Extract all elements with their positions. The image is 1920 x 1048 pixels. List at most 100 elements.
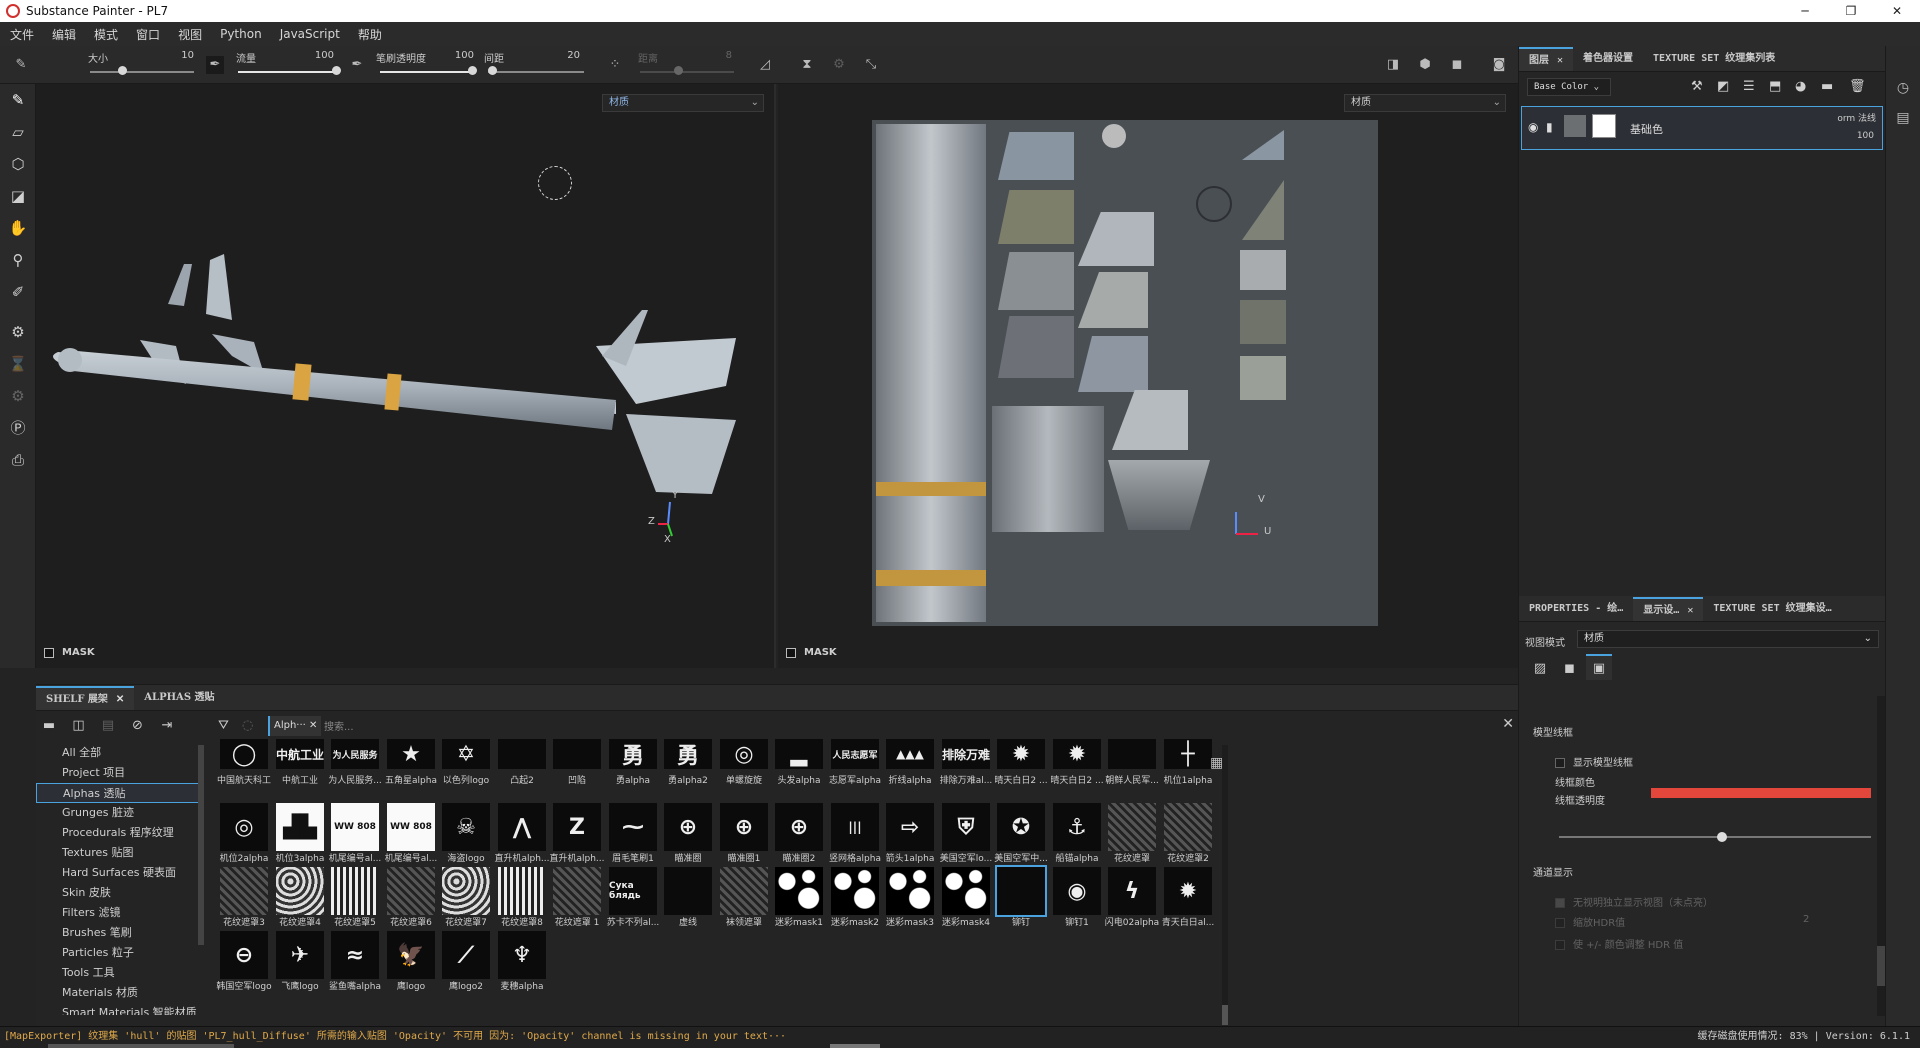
alpha-tile[interactable]: 花纹遮罩3 (220, 867, 268, 929)
channel-opt1-checkbox[interactable]: 无视明独立显示视图（未点亮） (1555, 894, 1713, 909)
alpha-tile[interactable]: ◎ 单螺旋旋 (720, 739, 768, 801)
alpha-thumbnail[interactable] (498, 867, 546, 915)
alpha-tile[interactable]: 花纹遮罩8 (498, 867, 546, 929)
alpha-thumbnail[interactable]: 为人民服务 (331, 739, 379, 769)
delete-layer-icon[interactable]: 🗑 (1849, 79, 1866, 94)
alpha-tile[interactable]: 勇勇alpha2 (664, 739, 712, 801)
lazy-mouse-icon[interactable]: ✎ (12, 56, 30, 74)
alpha-tile[interactable]: ϟ 闪电02alpha (1105, 867, 1159, 929)
menu-javascript[interactable]: JavaScript (280, 27, 340, 41)
flow-slider[interactable]: 流量 100 (234, 50, 342, 80)
menu-view[interactable]: 视图 (178, 26, 202, 43)
alpha-tile[interactable]: 🦅 鹰logo (387, 931, 435, 993)
brush-opacity-knob[interactable] (468, 66, 477, 75)
viewer-settings-icon[interactable]: ▣ (1586, 654, 1612, 680)
alpha-tile[interactable]: ▲▲▲ 折线alpha (886, 739, 934, 801)
menu-window[interactable]: 窗口 (136, 26, 160, 43)
alpha-thumbnail[interactable] (1108, 803, 1156, 851)
alpha-tile[interactable]: ⟋ 鹰logo2 (442, 931, 490, 993)
alpha-thumbnail[interactable]: ⊕ (720, 803, 768, 851)
alpha-tile[interactable]: ★ 五角星alpha (385, 739, 437, 801)
transform-icon[interactable]: ⤡ (862, 56, 880, 74)
alpha-tile[interactable]: ◯ 中国航天科工 (217, 739, 271, 801)
close-icon[interactable]: ✕ (116, 694, 124, 705)
wire-color-swatch[interactable] (1651, 788, 1871, 798)
brush-opacity-slider[interactable]: 笔刷透明度 100 (376, 50, 478, 80)
viewport-2d-material-select[interactable]: 材质 ⌄ (1344, 94, 1506, 112)
refresh-icon[interactable]: ◌ (242, 718, 253, 733)
alpha-thumbnail[interactable]: ⊕ (664, 803, 712, 851)
settings-icon[interactable]: ⚙ (0, 380, 36, 412)
properties-scrollbar[interactable] (1877, 696, 1885, 1016)
alpha-thumbnail[interactable] (220, 867, 268, 915)
polygon-fill-icon[interactable]: ◪ (0, 180, 36, 212)
alpha-thumbnail[interactable] (775, 867, 823, 915)
alpha-tile[interactable]: ⚓ 船锚alpha (1053, 803, 1101, 865)
export-icon[interactable]: ⎙ (0, 444, 36, 476)
close-icon[interactable]: ✕ (1687, 605, 1693, 616)
alpha-tile[interactable]: 虚线 (664, 867, 712, 929)
menu-edit[interactable]: 编辑 (52, 26, 76, 43)
tab-display-settings[interactable]: 显示设… ✕ (1633, 597, 1704, 621)
add-fill-layer-icon[interactable]: ⬒ (1769, 79, 1781, 94)
alpha-thumbnail[interactable] (995, 865, 1047, 917)
alpha-tile[interactable]: ⛨ 美国空军lo... (940, 803, 992, 865)
alpha-tile[interactable]: 凸起2 (498, 739, 546, 801)
close-icon[interactable]: ✕ (1557, 55, 1563, 66)
alpha-tile[interactable]: 中航工业 中航工业 (276, 739, 324, 801)
symmetry-icon[interactable]: ⧗ (798, 56, 816, 74)
category-item[interactable]: Procedurals 程序纹理 (36, 823, 202, 843)
alpha-tile[interactable]: Z 直升机alph... (549, 803, 605, 865)
category-item[interactable]: All 全部 (36, 743, 202, 763)
alpha-thumbnail[interactable]: ★ (387, 739, 435, 769)
alpha-tile[interactable]: 迷彩mask2 (831, 867, 879, 929)
alpha-thumbnail[interactable]: 🦅 (387, 931, 435, 979)
wire-opacity-knob[interactable] (1717, 832, 1727, 842)
alpha-tile[interactable]: WW 808 机尾编号al... (385, 803, 437, 865)
alpha-thumbnail[interactable] (720, 867, 768, 915)
alpha-thumbnail[interactable]: ◎ (720, 739, 768, 769)
alpha-thumbnail[interactable] (664, 867, 712, 915)
alpha-thumbnail[interactable]: ✹ (1164, 867, 1212, 915)
alpha-thumbnail[interactable] (1164, 803, 1212, 851)
alpha-tile[interactable]: 花纹遮罩5 (331, 867, 379, 929)
import-icon[interactable]: ⇥ (154, 713, 180, 739)
category-item[interactable]: Project 项目 (36, 763, 202, 783)
alpha-tile[interactable]: ⇨ 箭头1alpha (886, 803, 934, 865)
channel-opt3-checkbox[interactable]: 使 +/- 颜色调整 HDR 值 (1555, 936, 1683, 951)
tab-alphas[interactable]: ALPHAS 透贴 (134, 686, 224, 710)
alpha-thumbnail[interactable]: ⟋ (442, 931, 490, 979)
alpha-tile[interactable]: WW 808 机尾编号al... (329, 803, 381, 865)
close-icon[interactable]: ✕ (1502, 716, 1514, 732)
checkbox[interactable] (1555, 898, 1565, 908)
alpha-thumbnail[interactable] (387, 867, 435, 915)
alpha-thumbnail[interactable] (331, 867, 379, 915)
add-smart-icon[interactable]: ◕ (1795, 79, 1806, 94)
alpha-thumbnail[interactable]: ||| (831, 803, 879, 851)
alpha-thumbnail[interactable] (276, 867, 324, 915)
symmetry-settings-icon[interactable]: ⚙ (830, 56, 848, 74)
menu-file[interactable]: 文件 (10, 26, 34, 43)
category-item[interactable]: Tools 工具 (36, 963, 202, 983)
screenshot-icon[interactable]: ◙ (1490, 56, 1508, 74)
alpha-thumbnail[interactable]: ✡ (442, 739, 490, 769)
alpha-thumbnail[interactable]: ✈ (276, 931, 324, 979)
category-item[interactable]: Particles 粒子 (36, 943, 202, 963)
alpha-thumbnail[interactable]: Сука блядь (609, 867, 657, 915)
tab-properties[interactable]: PROPERTIES - 绘… (1519, 597, 1633, 621)
category-item[interactable]: Skin 皮肤 (36, 883, 202, 903)
alpha-tile[interactable]: ≈ 鲨鱼嘴alpha (329, 931, 381, 993)
alpha-thumbnail[interactable]: ◎ (220, 803, 268, 851)
alpha-tile[interactable]: ✈ 飞鹰logo (276, 931, 324, 993)
category-item[interactable]: Alphas 透贴 (36, 783, 202, 803)
alpha-thumbnail[interactable]: 人民志愿军 (831, 739, 879, 769)
add-mask-icon[interactable]: ◩ (1717, 79, 1729, 94)
add-effect-icon[interactable]: ⚒ (1691, 79, 1703, 94)
category-item[interactable]: Brushes 笔刷 (36, 923, 202, 943)
view-cube-icon[interactable]: ⬢ (1416, 56, 1434, 74)
alpha-tile[interactable]: ⊕ 瞄准圈2 (775, 803, 823, 865)
filter-icon[interactable]: ⛛ (218, 718, 229, 733)
checkbox[interactable] (1555, 918, 1565, 928)
alpha-thumbnail[interactable]: 中航工业 (276, 739, 324, 769)
alpha-thumbnail[interactable]: ▲▲▲ (886, 739, 934, 769)
